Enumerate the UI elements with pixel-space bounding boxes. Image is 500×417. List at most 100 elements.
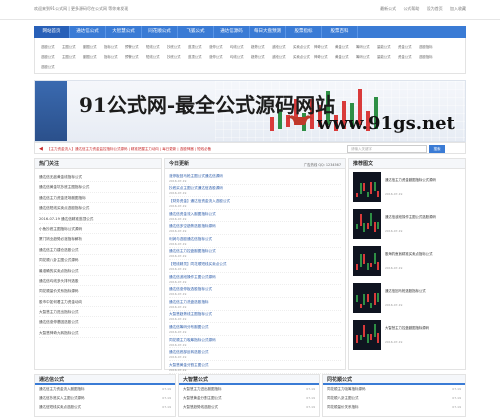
list-item[interactable]: 股市中如何看主力资金动向 [39, 297, 157, 308]
list-item[interactable]: 大智慧主力进出指标公式 [39, 307, 157, 318]
list-item-link[interactable]: 大智慧黄金分割主图公式 [183, 396, 222, 400]
sub-nav-link[interactable]: 选股公式 [41, 64, 59, 69]
search-button[interactable]: 搜索 [429, 145, 445, 153]
recommend-caption[interactable]: 通达信主力资金副图指标公式源码 [385, 178, 461, 183]
sub-nav-link[interactable]: 趋势公式 [251, 44, 269, 49]
sub-nav-link[interactable]: 短线公式 [146, 44, 164, 49]
sub-nav-link[interactable]: 抄底公式 [167, 54, 185, 59]
nav-item-feihu[interactable]: 飞狐公式 [178, 26, 214, 38]
recommend-item[interactable]: 通达信波段操作主图公式选股源码 2016-07-19 [353, 209, 461, 243]
sub-nav-link[interactable]: 黄金公式 [335, 54, 353, 59]
nav-item-tdx[interactable]: 通达信公式 [70, 26, 106, 38]
sub-nav-link[interactable]: 波段公式 [272, 44, 290, 49]
list-item[interactable]: 通达信涨停基因选股公式 [39, 317, 157, 328]
list-item-link[interactable]: 同花顺量价关系指标 [327, 405, 359, 409]
thumbnail-candle [356, 295, 358, 302]
list-item[interactable]: 通达信均线多头排列选股 [39, 276, 157, 287]
list-item-date: 07-19 [162, 396, 171, 400]
chart-thumbnail[interactable] [353, 209, 381, 239]
nav-item-indicators[interactable]: 股票指标 [286, 26, 322, 38]
sub-nav-link[interactable]: 筹码公式 [356, 54, 374, 59]
nav-item-home[interactable]: 网站首页 [34, 26, 70, 38]
list-item[interactable]: 大智慧神奇九转指标公式 [39, 328, 157, 339]
nav-item-source[interactable]: 通达信源码 [214, 26, 250, 38]
chart-thumbnail[interactable] [353, 283, 381, 313]
list-item[interactable]: 通达信无敌黄金线指标公式 [39, 172, 157, 183]
list-item[interactable]: 同花顺八卦主图公式源码 [39, 255, 157, 266]
list-item[interactable]: 同花顺量价关系指标源码 [39, 286, 157, 297]
recommend-caption[interactable]: 股海钓鱼翁精准买卖点指标公式 [385, 252, 461, 257]
list-item[interactable]: 厦门钨业趋势必涨指标解析 [39, 234, 157, 245]
sub-nav-link[interactable]: 涨停公式 [209, 44, 227, 49]
sub-nav-link[interactable]: 筹码公式 [356, 44, 374, 49]
sub-nav-link[interactable]: 均线公式 [230, 54, 248, 59]
recommend-item[interactable]: 通达信主力资金副图指标公式源码 2016-07-19 [353, 172, 461, 206]
recommend-item[interactable]: 通达信回马枪选股指标公式 2016-07-19 [353, 283, 461, 317]
sub-nav-link[interactable]: 量能公式 [377, 44, 395, 49]
list-item[interactable]: 通达信主力资金进场副图指标 [39, 193, 157, 204]
list-item-link[interactable]: 通达信主力资金流入副图指标 [39, 387, 85, 391]
sub-nav-link[interactable]: 涨停公式 [209, 54, 227, 59]
recommend-caption[interactable]: 通达信波段操作主图公式选股源码 [385, 215, 461, 220]
sub-nav-link[interactable]: 神奇公式 [314, 44, 332, 49]
recommend-item[interactable]: 股海钓鱼翁精准买卖点指标公式 2016-07-19 [353, 246, 461, 280]
list-item[interactable]: 最准确的买卖点指标公式 [39, 266, 157, 276]
sub-nav-link[interactable]: 逃顶公式 [188, 44, 206, 49]
top-link-help[interactable]: 公式帮助 [403, 6, 419, 11]
sub-nav-link[interactable]: 指标公式 [104, 44, 122, 49]
sub-nav-link[interactable]: 量能公式 [377, 54, 395, 59]
sub-nav-link[interactable]: 资金公式 [398, 44, 416, 49]
sub-nav-link[interactable]: 买卖点公式 [293, 54, 311, 59]
list-item: 通达信主力资金流入副图指标 07-19 [35, 385, 175, 394]
list-item-link[interactable]: 大智慧主力进出副图指标 [183, 387, 222, 391]
list-item[interactable]: 通达信短线买卖点选股指标公式 [39, 203, 157, 214]
list-item[interactable]: 通达信主力建仓选股公式 [39, 245, 157, 256]
sub-nav-link[interactable]: 短线公式 [146, 54, 164, 59]
chart-thumbnail[interactable] [353, 246, 381, 276]
ticker-text[interactable]: 【主力资金流入】通达信主力资金监控指标公式源码 | 精准把握主力动向 | 每日更… [47, 147, 347, 152]
list-item-link[interactable]: 大智慧趋势线选股公式 [183, 405, 218, 409]
nav-item-ths[interactable]: 同花顺公式 [142, 26, 178, 38]
sub-nav-link[interactable]: 副图公式 [83, 54, 101, 59]
list-item[interactable]: 2016-07-19 通达信精准逃顶公式 [39, 214, 157, 224]
chart-thumbnail[interactable] [353, 320, 381, 350]
sub-nav-link[interactable]: 买卖点公式 [293, 44, 311, 49]
list-item-link[interactable]: 同花顺八卦主图公式 [327, 396, 359, 400]
list-item[interactable]: 小鱼抄底主图指标公式源码 [39, 224, 157, 235]
recommend-item[interactable]: 大智慧主力控盘副图指标源码 2016-07-19 [353, 320, 461, 354]
chart-thumbnail[interactable] [353, 172, 381, 202]
top-link-favorite[interactable]: 加入收藏 [450, 6, 466, 11]
sub-nav-link[interactable]: 逃顶公式 [188, 54, 206, 59]
nav-item-dzh[interactable]: 大智慧公式 [106, 26, 142, 38]
nav-item-forecast[interactable]: 每日大盘预测 [250, 26, 286, 38]
sub-nav-link[interactable]: 选股公式 [41, 54, 59, 59]
sub-nav-link[interactable]: 主图公式 [62, 54, 80, 59]
sub-nav-link[interactable]: 神奇公式 [314, 54, 332, 59]
search-input[interactable]: 请输入关键字 [347, 145, 427, 153]
sub-nav-link[interactable]: 预警公式 [125, 54, 143, 59]
speaker-icon: ◀ [39, 146, 43, 152]
sub-nav-link[interactable]: 副图公式 [83, 44, 101, 49]
nav-item-wiki[interactable]: 股票百科 [322, 26, 358, 38]
sub-nav-link[interactable]: 主图公式 [62, 44, 80, 49]
recommend-caption[interactable]: 通达信回马枪选股指标公式 [385, 289, 461, 294]
sub-nav-link[interactable]: 选股指标 [419, 54, 437, 59]
sub-nav-link[interactable]: 指标公式 [104, 54, 122, 59]
list-item-link[interactable]: 同花顺主力吸筹指标源码 [327, 387, 366, 391]
sub-nav-link[interactable]: 抄底公式 [167, 44, 185, 49]
list-item[interactable]: 通达信黄金坑抄底主图指标公式 [39, 182, 157, 193]
recommend-caption[interactable]: 大智慧主力控盘副图指标源码 [385, 326, 461, 331]
sub-nav-link[interactable]: 均线公式 [230, 44, 248, 49]
sub-nav-link[interactable]: 选股指标 [419, 44, 437, 49]
sub-nav-link[interactable]: 预警公式 [125, 44, 143, 49]
thumbnail-candle [356, 224, 358, 229]
list-item-link[interactable]: 通达信短线买卖点选股公式 [39, 405, 81, 409]
top-link-latest[interactable]: 最新公式 [380, 6, 396, 11]
top-link-homepage[interactable]: 设为首页 [427, 6, 443, 11]
sub-nav-link[interactable]: 趋势公式 [251, 54, 269, 59]
sub-nav-link[interactable]: 黄金公式 [335, 44, 353, 49]
list-item-link[interactable]: 通达信抄底买入主图公式源码 [39, 396, 85, 400]
sub-nav-link[interactable]: 资金公式 [398, 54, 416, 59]
sub-nav-link[interactable]: 波段公式 [272, 54, 290, 59]
sub-nav-link[interactable]: 选股公式 [41, 44, 59, 49]
